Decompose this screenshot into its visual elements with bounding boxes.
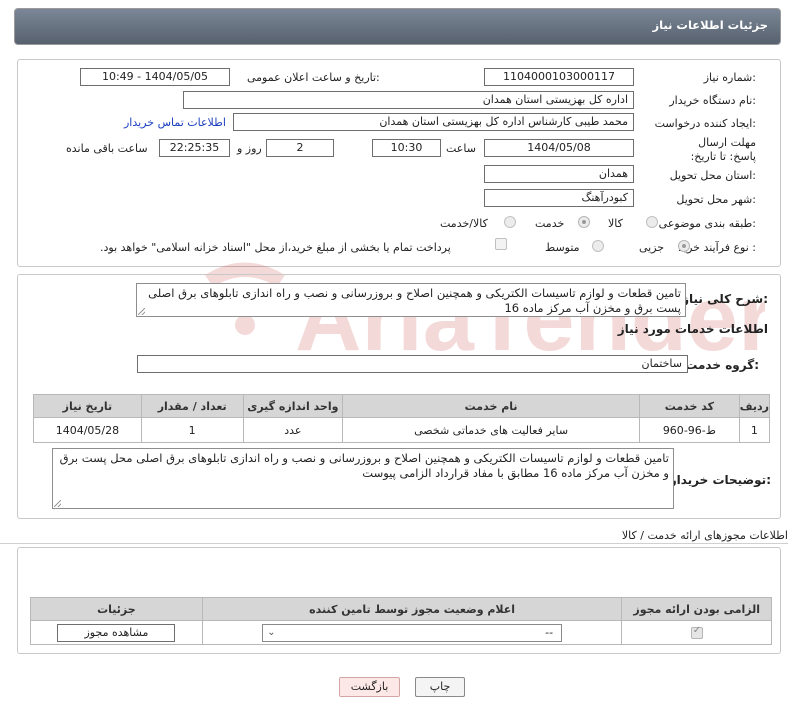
col-quantity: تعداد / مقدار — [140, 394, 244, 418]
table-row: 1 ط-96-960 سایر فعالیت های خدماتی شخصی ع… — [33, 417, 771, 443]
services-table-header: ردیف کد خدمت نام خدمت واحد اندازه گیری ت… — [33, 394, 771, 418]
quantity-cell: 1 — [140, 417, 244, 443]
col-details: جزئیات — [30, 597, 203, 621]
col-row-number: ردیف — [738, 394, 771, 418]
col-license-status: اعلام وضعیت مجوز توسط تامین کننده — [201, 597, 623, 621]
days-label: روز و — [237, 142, 262, 155]
deadline-time-field: 10:30 — [372, 139, 441, 157]
resize-grip-icon[interactable] — [138, 308, 145, 315]
need-number-label: شماره نیاز: — [703, 71, 756, 84]
summary-label: شرح کلی نیاز: — [682, 292, 768, 306]
section-divider — [0, 543, 788, 544]
category-goods-radio[interactable] — [646, 216, 658, 228]
license-status-cell: -- ⌄ — [201, 620, 623, 645]
treasury-note: پرداخت تمام یا بخشی از مبلغ خرید،از محل … — [100, 241, 451, 254]
col-license-required: الزامی بودن ارائه مجوز — [621, 597, 772, 621]
resize-grip-icon[interactable] — [54, 500, 61, 507]
licenses-table-header: الزامی بودن ارائه مجوز اعلام وضعیت مجوز … — [30, 597, 772, 621]
category-goods-service-label: کالا/خدمت — [440, 217, 488, 230]
license-required-cell: ✓ — [621, 620, 772, 645]
page-title: جزئیات اطلاعات نیاز — [652, 18, 768, 32]
buyer-org-field: اداره کل بهزیستی استان همدان — [183, 91, 634, 109]
chevron-down-icon: ⌄ — [267, 626, 276, 638]
need-date-cell: 1404/05/28 — [33, 417, 142, 443]
province-field: همدان — [484, 165, 634, 183]
details-cell: مشاهده مجوز — [30, 620, 203, 645]
summary-text: تامین قطعات و لوازم تاسیسات الکتریکی و ه… — [148, 286, 681, 315]
service-name-cell: سایر فعالیت های خدماتی شخصی — [342, 417, 640, 443]
deadline-date-field: 1404/05/08 — [484, 139, 634, 157]
table-row: ✓ -- ⌄ مشاهده مجوز — [30, 620, 772, 645]
license-required-checkbox: ✓ — [690, 625, 703, 639]
city-field: کبودرآهنگ — [484, 189, 634, 207]
buyer-contact-link[interactable]: اطلاعات تماس خریدار — [124, 116, 226, 129]
process-minor-label: جزیی — [639, 241, 665, 254]
requester-field: محمد طیبی کارشناس اداره کل بهزیستی استان… — [233, 113, 634, 131]
category-goods-label: کالا — [608, 217, 623, 230]
process-medium-radio[interactable] — [592, 240, 604, 252]
remaining-time-label: ساعت باقی مانده — [66, 142, 148, 155]
deadline-time-label: ساعت — [446, 142, 476, 155]
services-section-title: اطلاعات خدمات مورد نیاز — [617, 322, 768, 336]
licenses-section-title: اطلاعات مجوزهای ارائه خدمت / کالا — [621, 529, 788, 542]
province-label: استان محل تحویل: — [669, 169, 756, 182]
checkmark-icon: ✓ — [692, 625, 702, 636]
page-header: جزئیات اطلاعات نیاز — [14, 8, 781, 45]
license-status-select[interactable]: -- ⌄ — [262, 623, 563, 642]
process-type-label: نوع فرآیند خرید : — [678, 241, 756, 254]
treasury-checkbox[interactable] — [495, 238, 507, 250]
service-group-label: گروه خدمت: — [685, 358, 759, 372]
category-service-label: خدمت — [535, 217, 565, 230]
col-service-code: کد خدمت — [639, 394, 740, 418]
need-number-field: 1104000103000117 — [484, 68, 634, 86]
buyer-org-label: نام دستگاه خریدار: — [669, 94, 756, 107]
announce-datetime-field: 1404/05/05 - 10:49 — [80, 68, 230, 86]
service-code-cell: ط-96-960 — [639, 417, 740, 443]
remaining-time-field: 22:25:35 — [159, 139, 230, 157]
buyer-notes-text: تامین قطعات و لوازم تاسیسات الکتریکی و ه… — [59, 451, 669, 480]
category-service-radio[interactable] — [578, 216, 590, 228]
process-minor-radio[interactable] — [678, 240, 690, 252]
col-service-name: نام خدمت — [342, 394, 640, 418]
remaining-days-field: 2 — [266, 139, 334, 157]
announce-datetime-label: تاریخ و ساعت اعلان عمومی: — [247, 71, 380, 84]
requester-label: ایجاد کننده درخواست: — [654, 117, 756, 130]
back-button[interactable]: بازگشت — [339, 677, 400, 697]
deadline-label: مهلت ارسال پاسخ: تا تاریخ: — [690, 136, 756, 163]
category-goods-service-radio[interactable] — [504, 216, 516, 228]
service-group-field: ساختمان — [137, 355, 688, 373]
view-license-button[interactable]: مشاهده مجوز — [57, 623, 176, 642]
process-medium-label: متوسط — [545, 241, 580, 254]
category-label: طبقه بندی موضوعی: — [658, 217, 756, 230]
col-unit: واحد اندازه گیری — [242, 394, 344, 418]
unit-cell: عدد — [242, 417, 344, 443]
col-need-date: تاریخ نیاز — [33, 394, 142, 418]
city-label: شهر محل تحویل: — [676, 193, 756, 206]
buyer-notes-textarea[interactable]: تامین قطعات و لوازم تاسیسات الکتریکی و ه… — [52, 448, 674, 509]
row-number-cell: 1 — [738, 417, 771, 443]
services-table: ردیف کد خدمت نام خدمت واحد اندازه گیری ت… — [33, 394, 771, 443]
summary-textarea[interactable]: تامین قطعات و لوازم تاسیسات الکتریکی و ه… — [136, 283, 686, 317]
buyer-notes-label: توضیحات خریدار: — [669, 473, 771, 487]
license-status-value: -- — [545, 625, 554, 639]
print-button[interactable]: چاپ — [415, 677, 465, 697]
licenses-table: الزامی بودن ارائه مجوز اعلام وضعیت مجوز … — [30, 597, 772, 645]
